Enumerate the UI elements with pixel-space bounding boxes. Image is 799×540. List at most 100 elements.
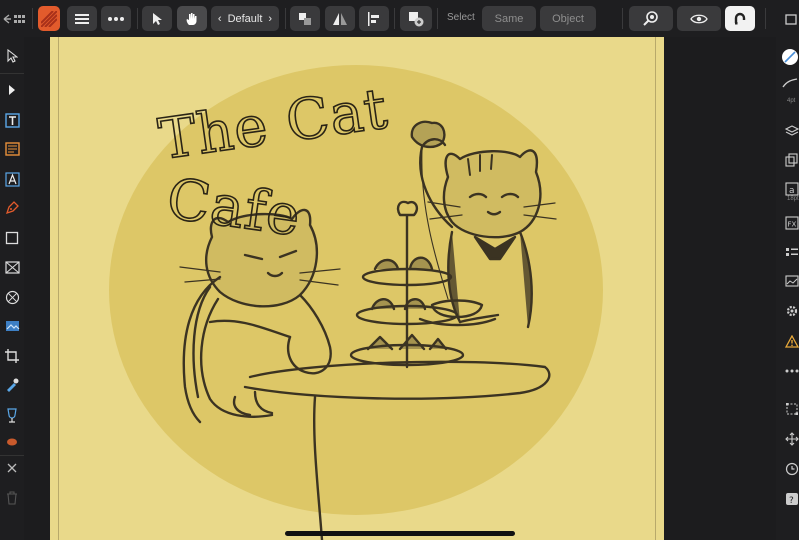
- zoom-icon: [643, 10, 658, 26]
- rectangle-tool[interactable]: [0, 226, 24, 250]
- more-panels-button[interactable]: [776, 359, 799, 383]
- help-icon: ?: [786, 493, 798, 506]
- chevron-right-icon[interactable]: ›: [268, 13, 272, 25]
- align-button[interactable]: [359, 6, 389, 31]
- stroke-curve-icon: [782, 78, 798, 88]
- cat-cafe-illustration[interactable]: The Cat Cafe: [50, 37, 664, 540]
- fx-icon: FX: [785, 216, 799, 230]
- place-image-tool[interactable]: [0, 314, 24, 338]
- help-button[interactable]: ?: [776, 487, 799, 511]
- home-indicator[interactable]: [285, 531, 515, 536]
- add-shape-icon: [409, 11, 424, 26]
- artistic-text-tool[interactable]: [0, 108, 24, 132]
- app-logo-button[interactable]: [38, 6, 60, 31]
- preflight-button[interactable]: [776, 329, 799, 353]
- transform-icon: [786, 403, 798, 415]
- pointer-icon: [153, 12, 162, 25]
- svg-text:a: a: [789, 186, 795, 196]
- fill-tool[interactable]: [0, 429, 24, 453]
- eye-icon: [690, 14, 708, 23]
- divider: [285, 8, 286, 29]
- menu-button[interactable]: [67, 6, 97, 31]
- svg-text:FX: FX: [788, 221, 797, 229]
- ellipsis-icon: [108, 16, 124, 21]
- crop-icon: [5, 349, 19, 363]
- navigator-button[interactable]: [776, 427, 799, 451]
- view-mode-button[interactable]: [677, 6, 721, 31]
- text-styles-button[interactable]: [776, 241, 799, 265]
- stroke-width-button[interactable]: [776, 71, 799, 95]
- crop-tool[interactable]: [0, 344, 24, 368]
- wine-glass-icon: [7, 407, 17, 423]
- stock-button[interactable]: [776, 269, 799, 293]
- delete-button[interactable]: [0, 486, 24, 510]
- hand-tool-button[interactable]: [177, 6, 207, 31]
- back-grid-icon: [3, 13, 25, 24]
- layers-icon: [785, 125, 799, 136]
- ellipse-frame-tool[interactable]: [0, 285, 24, 309]
- eyedropper-icon: [7, 378, 19, 392]
- color-swatch-button[interactable]: [776, 45, 799, 69]
- arrange-button[interactable]: [290, 6, 320, 31]
- snapping-button[interactable]: [725, 6, 755, 31]
- divider: [0, 73, 24, 74]
- divider: [32, 8, 33, 29]
- image-outline-icon: [785, 275, 799, 287]
- select-object-button[interactable]: Object: [540, 6, 596, 31]
- text-on-path-tool[interactable]: [0, 167, 24, 191]
- top-toolbar: ‹ Default › Select Same Object: [0, 0, 799, 38]
- rectangle-icon: [5, 231, 19, 245]
- transparency-tool[interactable]: [0, 403, 24, 427]
- close-panel-button[interactable]: [0, 456, 24, 480]
- settings-button[interactable]: [776, 299, 799, 323]
- title-line-1[interactable]: The Cat: [154, 76, 393, 174]
- assets-button[interactable]: [776, 148, 799, 172]
- divider: [137, 8, 138, 29]
- seated-cat-body: [200, 293, 332, 418]
- flip-button[interactable]: [325, 6, 355, 31]
- color-picker-tool[interactable]: [0, 373, 24, 397]
- style-selector[interactable]: ‹ Default ›: [211, 6, 279, 31]
- export-button[interactable]: [784, 6, 799, 31]
- back-to-documents-button[interactable]: [0, 6, 30, 31]
- picture-frame-tool[interactable]: [0, 255, 24, 279]
- transform-button[interactable]: [776, 397, 799, 421]
- divider: [437, 8, 438, 29]
- pointer-outline-icon: [7, 49, 18, 63]
- image-icon: [5, 321, 19, 331]
- align-left-icon: [368, 11, 379, 26]
- list-icon: [786, 248, 798, 256]
- frame-text-tool[interactable]: [0, 137, 24, 161]
- select-label: Select: [447, 12, 475, 23]
- select-same-button[interactable]: Same: [482, 6, 536, 31]
- right-studio-panel: 4pt a 18pt FX ?: [776, 37, 799, 540]
- move-tool-button[interactable]: [142, 6, 172, 31]
- tea-stream: [421, 148, 449, 300]
- title-line-2[interactable]: Cafe: [162, 166, 305, 251]
- circle-cross-icon: [5, 290, 19, 304]
- no-fill-swatch-icon: [782, 49, 798, 65]
- effects-button[interactable]: FX: [776, 211, 799, 235]
- arrow-icon: [9, 85, 15, 95]
- boolean-ops-button[interactable]: [400, 6, 432, 31]
- layers-button[interactable]: [776, 119, 799, 143]
- stripes-logo-icon: [41, 10, 57, 27]
- history-button[interactable]: [776, 457, 799, 481]
- trash-icon: [7, 491, 17, 505]
- more-button[interactable]: [101, 6, 131, 31]
- pen-tool[interactable]: [0, 196, 24, 220]
- node-tool[interactable]: [0, 44, 24, 68]
- font-size-label: 18pt: [787, 196, 799, 202]
- left-tools-panel: [0, 37, 24, 540]
- divider: [394, 8, 395, 29]
- move-arrows-icon: [785, 432, 799, 446]
- hamburger-icon: [75, 13, 89, 24]
- table-top: [243, 360, 551, 400]
- stroke-size-label: 4pt: [787, 98, 796, 104]
- pen-icon: [5, 201, 19, 215]
- chevron-left-icon[interactable]: ‹: [218, 13, 222, 25]
- move-tool[interactable]: [0, 78, 24, 102]
- clock-icon: [785, 462, 799, 476]
- zoom-button[interactable]: [629, 6, 673, 31]
- flip-icon: [333, 12, 347, 25]
